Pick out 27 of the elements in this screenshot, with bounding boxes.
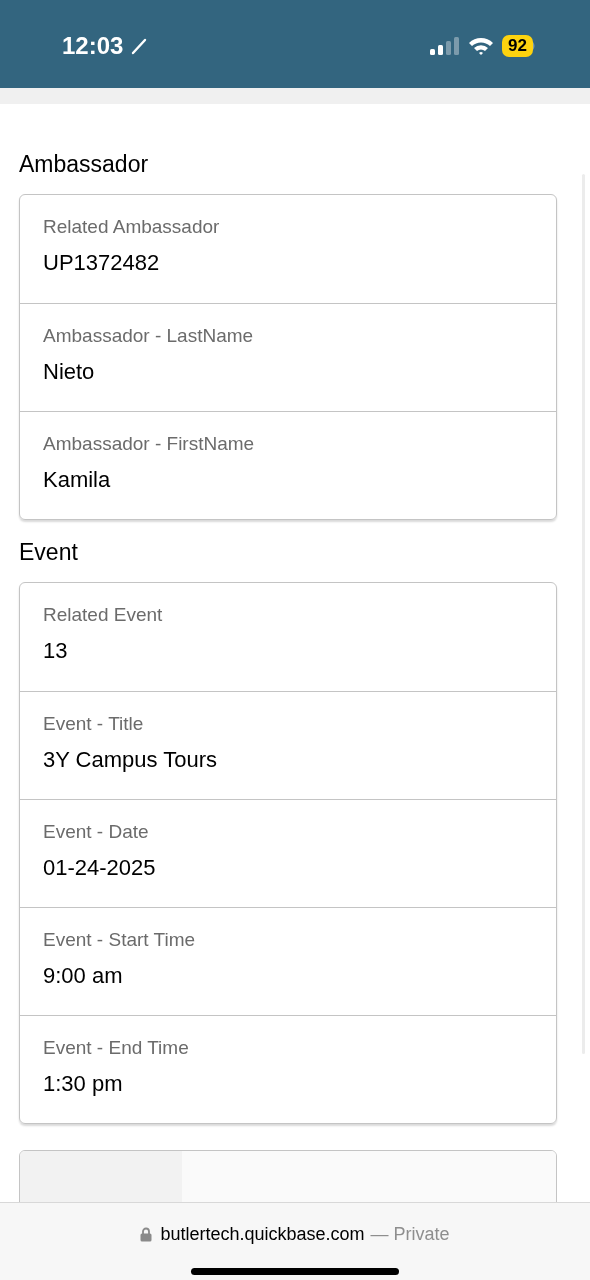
battery-indicator: 92 bbox=[502, 35, 533, 57]
field-label: Event - Title bbox=[43, 712, 145, 736]
field-label: Ambassador - FirstName bbox=[43, 432, 256, 456]
field-value: 1:30 pm bbox=[43, 1070, 124, 1098]
field-label: Related Ambassador bbox=[43, 215, 221, 239]
section-title: Ambassador bbox=[19, 150, 150, 178]
lock-icon bbox=[140, 1227, 153, 1242]
field-label: Event - Date bbox=[43, 820, 150, 844]
field-value: Kamila bbox=[43, 466, 112, 494]
signal-icon bbox=[430, 36, 461, 56]
field-value: 13 bbox=[43, 637, 69, 665]
field-value: UP1372482 bbox=[43, 249, 161, 277]
field-label: Ambassador - LastName bbox=[43, 324, 255, 348]
field-value: 01-24-2025 bbox=[43, 854, 157, 882]
field-label: Related Event bbox=[43, 603, 164, 627]
field-label: Event - End Time bbox=[43, 1036, 190, 1060]
section-title: Event bbox=[19, 538, 79, 566]
wifi-icon bbox=[468, 36, 495, 56]
home-indicator[interactable] bbox=[191, 1268, 399, 1275]
field-value: 9:00 am bbox=[43, 962, 124, 990]
field-value: Nieto bbox=[43, 358, 96, 386]
field-label: Event - Start Time bbox=[43, 928, 197, 952]
private-label: — Private bbox=[370, 1223, 450, 1246]
url-domain[interactable]: butlertech.quickbase.com bbox=[160, 1221, 365, 1248]
field-value: 3Y Campus Tours bbox=[43, 746, 219, 774]
clock-time: 12:03 bbox=[62, 31, 124, 61]
pencil-icon bbox=[131, 37, 148, 55]
